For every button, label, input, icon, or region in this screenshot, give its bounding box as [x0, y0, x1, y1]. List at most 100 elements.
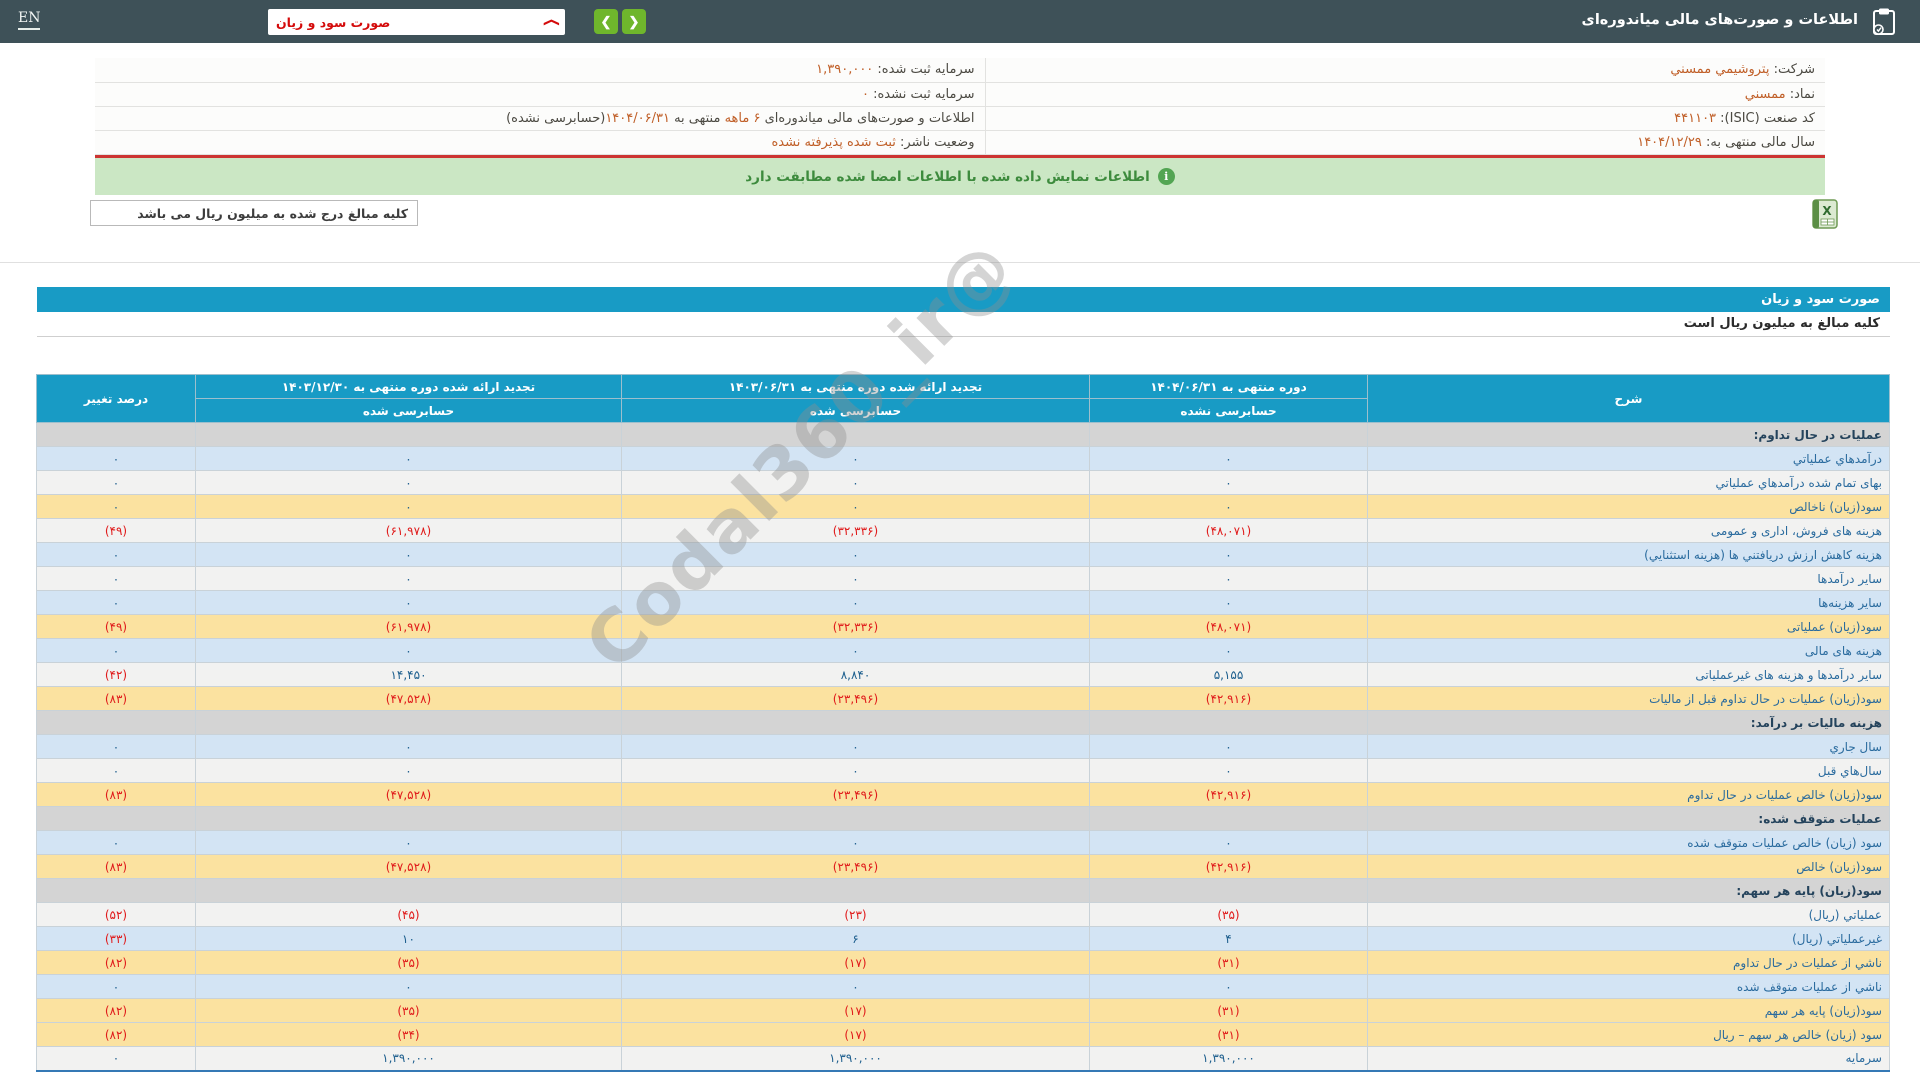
value-current-period	[1089, 710, 1368, 735]
value-percent-change: (۸۲)	[36, 998, 196, 1023]
value-restated-mid-period: (۱۷)	[621, 950, 1090, 975]
row-label: غیرعملیاتي (ریال)	[1367, 926, 1890, 951]
value-restated-mid-period: (۳۲,۳۳۶)	[621, 614, 1090, 639]
table-row: عملیاتي (ریال) (۳۵) (۲۳) (۴۵) (۵۲)	[36, 902, 1890, 927]
value-percent-change	[36, 806, 196, 831]
value-current-period	[1089, 422, 1368, 447]
table-row: هزینه کاهش ارزش دریافتني ها (هزینه استثن…	[36, 542, 1890, 567]
row-label: سود(زیان) عملیاتی	[1367, 614, 1890, 639]
value-restated-mid-period	[621, 422, 1090, 447]
language-toggle-en[interactable]: EN	[18, 10, 41, 30]
value-current-period: ۰	[1089, 830, 1368, 855]
topbar: اطلاعات و صورت‌های مالی میاندوره‌ای ❯ صو…	[0, 0, 1920, 43]
header-audit-status-mid: حسابرسی شده	[621, 398, 1090, 423]
value-current-period: (۴۸,۰۷۱)	[1089, 614, 1368, 639]
table-row: هزینه مالیات بر درآمد:	[36, 710, 1890, 735]
signature-match-banner: i اطلاعات نمایش داده شده با اطلاعات امضا…	[95, 158, 1825, 195]
company-info-cell-right: شرکت: پتروشیمي ممسني	[984, 58, 1825, 83]
row-label: سایر درآمدها	[1367, 566, 1890, 591]
row-label: سود(زیان) عملیات در حال تداوم قبل از مال…	[1367, 686, 1890, 711]
value-restated-year-end: ۱۴,۴۵۰	[195, 662, 622, 687]
header-audit-status-year: حسابرسی شده	[195, 398, 622, 423]
value-current-period: (۴۲,۹۱۶)	[1089, 686, 1368, 711]
info-value: پتروشیمي ممسني	[1670, 62, 1770, 78]
value-percent-change: (۵۲)	[36, 902, 196, 927]
value-restated-year-end: ۱,۳۹۰,۰۰۰	[195, 1046, 622, 1072]
header-percent-change: درصد تغییر	[36, 374, 196, 423]
value-percent-change	[36, 422, 196, 447]
value-restated-mid-period: (۲۳,۴۹۶)	[621, 854, 1090, 879]
section-separator	[0, 262, 1920, 263]
statement-title-bar: صورت سود و زیان	[37, 287, 1890, 312]
company-info-row: نماد: ممسني سرمایه ثبت نشده: ۰	[95, 82, 1825, 107]
value-restated-mid-period: ۶	[621, 926, 1090, 951]
info-text: (حسابرسی نشده)	[506, 110, 606, 126]
value-percent-change	[36, 710, 196, 735]
row-label: سود(زیان) خالص عملیات در حال تداوم	[1367, 782, 1890, 807]
value-restated-year-end: ۰	[195, 566, 622, 591]
value-restated-mid-period: (۳۲,۳۳۶)	[621, 518, 1090, 543]
value-current-period: ۰	[1089, 974, 1368, 999]
value-percent-change: (۸۳)	[36, 854, 196, 879]
value-percent-change: (۸۳)	[36, 782, 196, 807]
table-row: سود(زیان) ناخالص ۰ ۰ ۰ ۰	[36, 494, 1890, 519]
value-current-period: ۰	[1089, 590, 1368, 615]
company-info-cell-right: نماد: ممسني	[984, 82, 1825, 107]
value-restated-year-end	[195, 710, 622, 735]
value-restated-year-end: ۰	[195, 542, 622, 567]
value-restated-year-end: ۰	[195, 638, 622, 663]
row-label: عملیاتي (ریال)	[1367, 902, 1890, 927]
value-percent-change: ۰	[36, 470, 196, 495]
value-restated-year-end: ۰	[195, 470, 622, 495]
row-label: سود(زیان) ناخالص	[1367, 494, 1890, 519]
header-period-current: دوره منتهی به ۱۴۰۴/۰۶/۳۱	[1089, 374, 1368, 399]
value-restated-year-end: ۰	[195, 734, 622, 759]
info-value: ۰	[862, 86, 869, 102]
statement-unit-note: کلیه مبالغ به میلیون ریال است	[37, 312, 1890, 337]
value-restated-mid-period: (۱۷)	[621, 1022, 1090, 1047]
info-value: ۱۴۰۴/۱۲/۲۹	[1637, 134, 1702, 150]
value-current-period: (۳۱)	[1089, 950, 1368, 975]
info-value: ممسني	[1744, 86, 1786, 102]
row-label: سود (زیان) خالص عملیات متوقف شده	[1367, 830, 1890, 855]
value-restated-mid-period: ۰	[621, 470, 1090, 495]
info-label: وضعیت ناشر:	[895, 134, 975, 150]
prev-statement-button[interactable]: ❮	[622, 9, 646, 34]
company-info-row: شرکت: پتروشیمي ممسني سرمایه ثبت شده: ۱,۳۹…	[95, 58, 1825, 83]
value-percent-change: ۰	[36, 974, 196, 999]
value-restated-mid-period: ۸,۸۴۰	[621, 662, 1090, 687]
company-info-body: شرکت: پتروشیمي ممسني سرمایه ثبت شده: ۱,۳۹…	[95, 58, 1825, 155]
company-info-cell-left: وضعیت ناشر: ثبت شده پذیرفته نشده	[95, 130, 985, 155]
info-highlight: ۱۴۰۴/۰۶/۳۱	[605, 110, 670, 126]
value-restated-year-end: ۰	[195, 758, 622, 783]
row-label: سود (زیان) خالص هر سهم – ریال	[1367, 1022, 1890, 1047]
table-row: سایر درآمدها ۰ ۰ ۰ ۰	[36, 566, 1890, 591]
table-row: سود(زیان) پایه هر سهم:	[36, 878, 1890, 903]
value-current-period: ۰	[1089, 542, 1368, 567]
row-label: سال‌هاي قبل	[1367, 758, 1890, 783]
table-row: سود(زیان) خالص عملیات در حال تداوم (۴۲,۹۱…	[36, 782, 1890, 807]
table-row: سال جاري ۰ ۰ ۰ ۰	[36, 734, 1890, 759]
table-row: سود(زیان) پایه هر سهم (۳۱) (۱۷) (۳۵) (۸۲)	[36, 998, 1890, 1023]
value-restated-mid-period: (۱۷)	[621, 998, 1090, 1023]
row-label: عملیات متوقف شده:	[1367, 806, 1890, 831]
company-info-row: سال مالی منتهی به: ۱۴۰۴/۱۲/۲۹ وضعیت ناشر:…	[95, 130, 1825, 155]
value-percent-change	[36, 878, 196, 903]
chevron-down-icon: ❯	[543, 17, 562, 27]
next-statement-button[interactable]: ❯	[594, 9, 618, 34]
info-text: منتهی به	[669, 110, 725, 126]
statement-select-dropdown[interactable]: ❯ صورت سود و زیان	[268, 9, 565, 35]
value-restated-mid-period: ۰	[621, 566, 1090, 591]
value-current-period: ۵,۱۵۵	[1089, 662, 1368, 687]
value-restated-year-end	[195, 806, 622, 831]
excel-export-icon[interactable]: X	[1810, 198, 1840, 230]
value-current-period	[1089, 878, 1368, 903]
value-current-period	[1089, 806, 1368, 831]
table-row: سود(زیان) عملیات در حال تداوم قبل از مال…	[36, 686, 1890, 711]
table-row: عملیات متوقف شده:	[36, 806, 1890, 831]
value-restated-mid-period: ۰	[621, 734, 1090, 759]
value-percent-change: ۰	[36, 590, 196, 615]
row-label: سود(زیان) خالص	[1367, 854, 1890, 879]
header-period-restated-mid: تجدید ارائه شده دوره منتهی به ۱۴۰۳/۰۶/۳۱	[621, 374, 1090, 399]
row-label: ناشي از عملیات در حال تداوم	[1367, 950, 1890, 975]
